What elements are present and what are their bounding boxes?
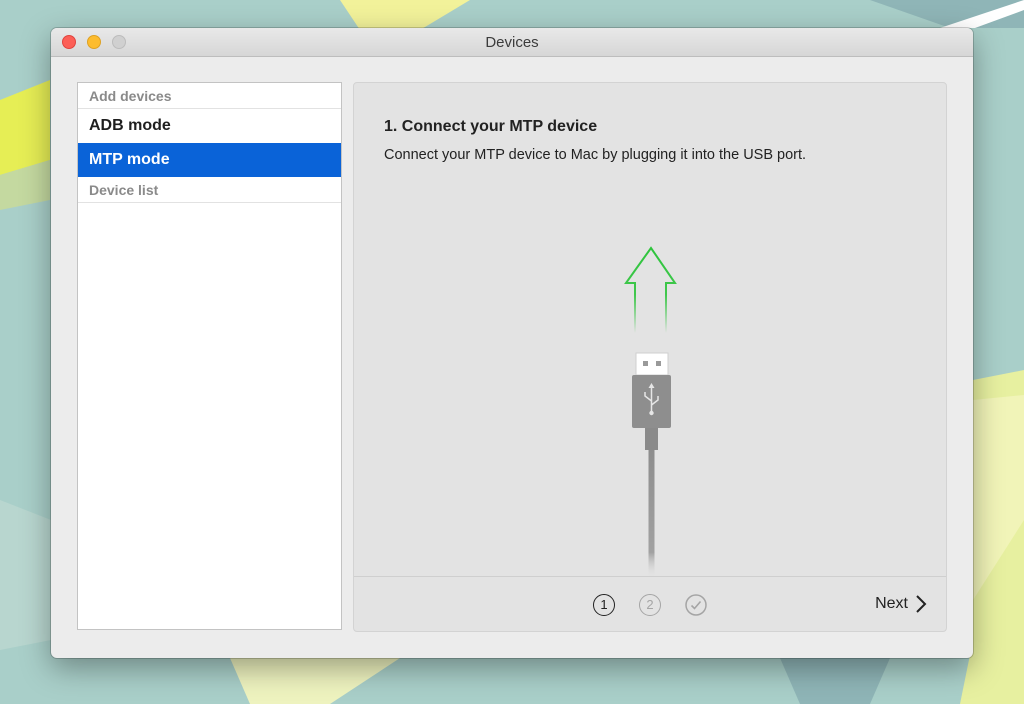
- step-indicator-2: 2: [639, 594, 661, 616]
- usb-cable-icon: [624, 246, 677, 578]
- chevron-right-icon: [916, 595, 927, 613]
- step-description: Connect your MTP device to Mac by pluggi…: [384, 147, 807, 163]
- sidebar-item-mtp-mode[interactable]: MTP mode: [78, 143, 341, 177]
- desktop: Devices Add devices ADB mode MTP mode De…: [0, 0, 1024, 704]
- sidebar-header-device-list: Device list: [78, 177, 341, 203]
- step-title: 1. Connect your MTP device: [384, 118, 598, 135]
- devices-window: Devices Add devices ADB mode MTP mode De…: [51, 28, 973, 658]
- main-panel: 1. Connect your MTP device Connect your …: [353, 82, 947, 632]
- next-button-label: Next: [875, 595, 908, 612]
- title-bar: Devices: [51, 28, 973, 57]
- window-title: Devices: [485, 34, 539, 51]
- sidebar: Add devices ADB mode MTP mode Device lis…: [77, 82, 342, 630]
- sidebar-item-adb-mode[interactable]: ADB mode: [78, 109, 341, 143]
- wizard-footer: 1 2 Next: [354, 576, 946, 631]
- sidebar-header-add-devices: Add devices: [78, 83, 341, 109]
- next-button[interactable]: Next: [875, 591, 928, 617]
- checkmark-icon: [685, 594, 707, 616]
- step-indicator-1: 1: [593, 594, 615, 616]
